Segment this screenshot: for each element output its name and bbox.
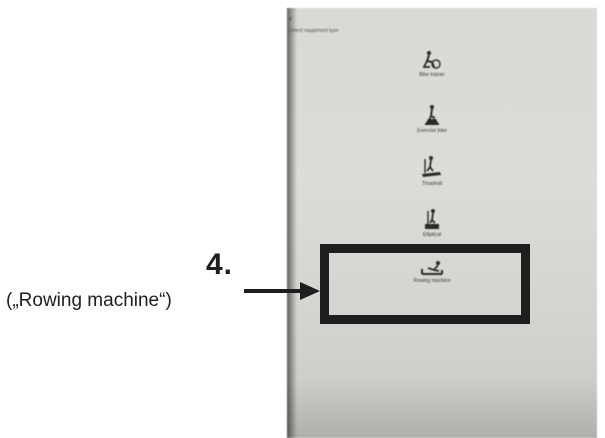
phone-bottom-shadow	[287, 378, 597, 438]
option-elliptical[interactable]: Elliptical	[372, 208, 492, 238]
back-button[interactable]: ‹	[289, 14, 292, 23]
step-number: 4.	[206, 248, 234, 281]
option-label: Treadmill	[421, 181, 443, 187]
option-label: Exercise bike	[417, 128, 447, 134]
bike-trainer-icon	[422, 51, 441, 69]
instruction-figure: ‹ Select equipment type Bike trainer Exe…	[0, 0, 605, 438]
screen-subtitle: Select equipment type	[289, 28, 339, 34]
option-label: Bike trainer	[419, 72, 445, 78]
option-bike-trainer[interactable]: Bike trainer	[372, 50, 492, 78]
phone-screen: ‹ Select equipment type Bike trainer Exe…	[287, 8, 597, 438]
phone-edge-shadow	[287, 8, 297, 438]
exercise-bike-icon	[425, 105, 439, 125]
option-exercise-bike[interactable]: Exercise bike	[372, 104, 492, 134]
treadmill-icon	[422, 156, 441, 177]
option-label: Elliptical	[422, 232, 442, 238]
callout-arrow-icon	[244, 282, 320, 300]
step-caption: („Rowing machine“)	[6, 290, 172, 311]
elliptical-icon	[425, 209, 439, 229]
option-treadmill[interactable]: Treadmill	[372, 155, 492, 187]
highlight-frame	[320, 244, 530, 324]
